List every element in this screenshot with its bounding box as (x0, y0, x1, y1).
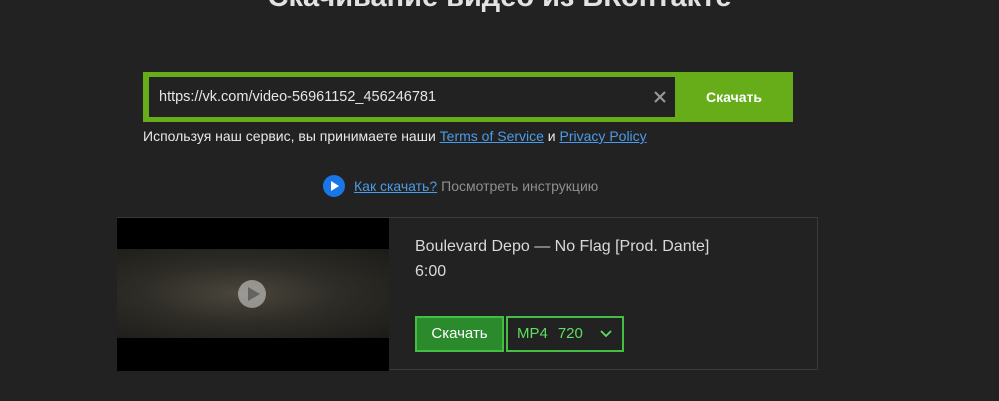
page: Скачивание видео из ВКонтакте https://vk… (0, 0, 999, 401)
privacy-policy-link[interactable]: Privacy Policy (560, 128, 647, 144)
close-icon[interactable] (653, 90, 667, 104)
how-to-download-link[interactable]: Как скачать? (354, 178, 437, 194)
terms-text: Используя наш сервис, вы принимаете наши (143, 128, 440, 144)
terms-of-service-link[interactable]: Terms of Service (440, 128, 544, 144)
video-title: Boulevard Depo — No Flag [Prod. Dante] (415, 238, 710, 255)
how-to-download: Как скачать? Посмотреть инструкцию (323, 175, 598, 197)
terms-and: и (543, 128, 560, 144)
video-result-card: Boulevard Depo — No Flag [Prod. Dante] 6… (117, 217, 818, 371)
chevron-down-icon (600, 330, 612, 338)
play-circle-icon[interactable] (323, 175, 345, 197)
download-button[interactable]: Скачать (675, 72, 793, 122)
video-download-button[interactable]: Скачать (415, 316, 504, 352)
page-title: Скачивание видео из ВКонтакте (0, 0, 999, 14)
url-input-value[interactable]: https://vk.com/video-56961152_456246781 (159, 77, 436, 117)
video-duration: 6:00 (415, 263, 447, 280)
instruction-hint: Посмотреть инструкцию (441, 178, 599, 194)
format-label: MP4 (517, 325, 548, 342)
video-thumbnail[interactable] (117, 218, 389, 371)
url-input[interactable]: https://vk.com/video-56961152_456246781 (149, 77, 675, 117)
format-quality-select[interactable]: MP4 720 (506, 316, 624, 352)
search-form: https://vk.com/video-56961152_456246781 … (143, 72, 793, 122)
play-icon[interactable] (237, 279, 267, 309)
terms-notice: Используя наш сервис, вы принимаете наши… (143, 127, 647, 145)
quality-label: 720 (557, 325, 583, 342)
